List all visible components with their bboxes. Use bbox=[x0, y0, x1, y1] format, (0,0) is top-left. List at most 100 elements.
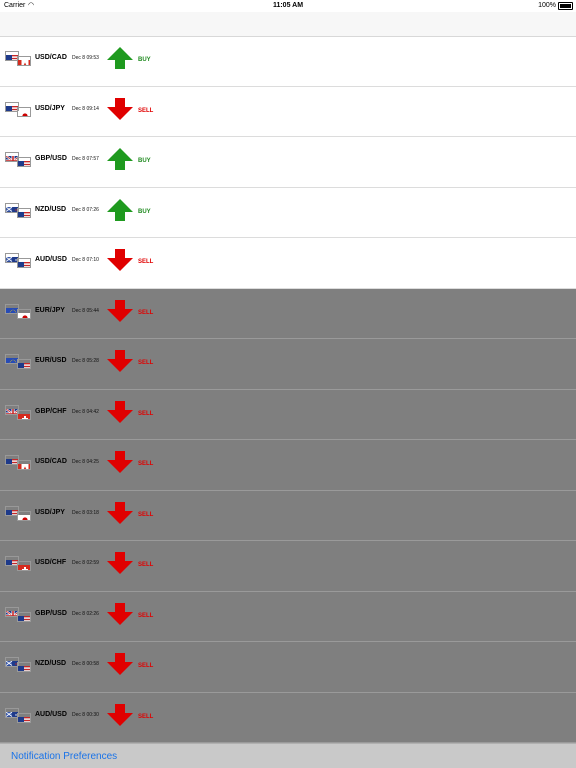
signal-row[interactable]: EUR/JPY Dec 8 05:44 SELL bbox=[0, 288, 576, 339]
signal-row[interactable]: EUR/USD Dec 8 05:28 SELL bbox=[0, 339, 576, 390]
arrow-down-icon bbox=[106, 248, 134, 272]
currency-pair: USD/CHF bbox=[35, 559, 67, 566]
signal-timestamp: Dec 8 07:57 bbox=[72, 156, 99, 162]
currency-pair: GBP/USD bbox=[35, 609, 67, 617]
status-bar: Carrier ◠ 11:05 AM 100% bbox=[0, 0, 576, 12]
currency-pair: USD/CAD bbox=[35, 458, 67, 465]
arrow-down-icon bbox=[106, 400, 134, 424]
signal-timestamp: Dec 8 09:53 bbox=[72, 55, 99, 61]
arrow-down-icon bbox=[106, 97, 134, 121]
signal-timestamp: Dec 8 02:59 bbox=[72, 560, 99, 566]
jp-flag-icon bbox=[17, 308, 31, 319]
us-flag-icon bbox=[17, 207, 31, 218]
buy-signal-label: BUY bbox=[138, 158, 151, 164]
currency-pair: EUR/JPY bbox=[35, 306, 65, 314]
currency-pair: USD/JPY bbox=[35, 104, 65, 112]
currency-pair: GBP/CHF bbox=[35, 407, 67, 415]
battery-icon bbox=[558, 2, 573, 10]
signal-list[interactable]: USD/CAD Dec 8 09:53 BUY USD/JPY Dec 8 09:14 S… bbox=[0, 36, 576, 743]
jp-flag-icon bbox=[17, 510, 31, 521]
currency-flags bbox=[5, 606, 33, 625]
battery-percentage: 100% bbox=[538, 2, 556, 9]
us-flag-icon bbox=[17, 611, 31, 622]
currency-flags bbox=[5, 404, 33, 423]
sell-signal-label: SELL bbox=[138, 713, 154, 720]
sell-signal-label: SELL bbox=[138, 309, 154, 316]
signal-row[interactable]: USD/CAD Dec 8 04:25 SELL bbox=[0, 440, 576, 491]
bottom-toolbar: Notification Preferences bbox=[0, 743, 576, 768]
currency-flags bbox=[5, 202, 33, 221]
currency-flags bbox=[5, 505, 33, 524]
arrow-down-icon bbox=[106, 602, 134, 626]
sell-signal-label: SELL bbox=[138, 461, 154, 467]
sell-signal-label: SELL bbox=[138, 562, 154, 568]
sell-signal-label: SELL bbox=[138, 511, 154, 518]
sell-signal-label: SELL bbox=[138, 410, 154, 417]
currency-flags bbox=[5, 354, 33, 372]
currency-pair: NZD/USD bbox=[35, 660, 67, 667]
currency-flags bbox=[5, 657, 33, 675]
ca-flag-icon bbox=[17, 460, 31, 470]
currency-pair: NZD/USD bbox=[35, 205, 67, 213]
buy-signal-label: BUY bbox=[138, 57, 151, 63]
notification-preferences-button[interactable]: Notification Preferences bbox=[11, 751, 117, 762]
signal-row[interactable]: USD/CHF Dec 8 02:59 SELL bbox=[0, 541, 576, 592]
signal-timestamp: Dec 8 07:10 bbox=[72, 257, 99, 263]
currency-flags bbox=[5, 455, 33, 473]
arrow-down-icon bbox=[106, 652, 134, 676]
sell-signal-label: SELL bbox=[138, 107, 154, 114]
arrow-down-icon bbox=[106, 703, 134, 727]
clock: 11:05 AM bbox=[272, 2, 304, 9]
signal-row[interactable]: USD/JPY Dec 8 03:18 SELL bbox=[0, 490, 576, 541]
currency-flags bbox=[5, 101, 33, 120]
currency-pair: USD/JPY bbox=[35, 508, 65, 516]
currency-pair: AUD/USD bbox=[35, 256, 67, 263]
signal-timestamp: Dec 8 03:18 bbox=[72, 509, 99, 516]
arrow-down-icon bbox=[106, 349, 134, 373]
currency-pair: GBP/USD bbox=[35, 155, 67, 162]
arrow-up-icon bbox=[106, 46, 134, 70]
ch-flag-icon bbox=[17, 409, 31, 420]
us-flag-icon bbox=[17, 359, 31, 369]
arrow-up-icon bbox=[106, 198, 134, 222]
currency-flags bbox=[5, 253, 33, 271]
signal-timestamp: Dec 8 05:44 bbox=[72, 307, 99, 314]
currency-flags bbox=[5, 51, 33, 69]
signal-row[interactable]: USD/JPY Dec 8 09:14 SELL bbox=[0, 87, 576, 137]
arrow-down-icon bbox=[106, 299, 134, 323]
signal-row[interactable]: AUD/USD Dec 8 00:30 SELL bbox=[0, 692, 576, 743]
sell-signal-label: SELL bbox=[138, 612, 154, 619]
sell-signal-label: SELL bbox=[138, 663, 154, 669]
currency-pair: USD/CAD bbox=[35, 54, 67, 61]
signal-timestamp: Dec 8 05:28 bbox=[72, 358, 99, 364]
signal-timestamp: Dec 8 04:42 bbox=[72, 408, 99, 415]
signal-timestamp: Dec 8 02:26 bbox=[72, 610, 99, 617]
arrow-down-icon bbox=[106, 450, 134, 474]
signal-row[interactable]: NZD/USD Dec 8 00:58 SELL bbox=[0, 642, 576, 693]
arrow-down-icon bbox=[106, 501, 134, 525]
arrow-down-icon bbox=[106, 551, 134, 575]
ch-flag-icon bbox=[17, 561, 31, 571]
buy-signal-label: BUY bbox=[138, 208, 151, 215]
signal-timestamp: Dec 8 00:58 bbox=[72, 661, 99, 667]
navigation-bar bbox=[0, 12, 576, 37]
currency-pair: EUR/USD bbox=[35, 357, 67, 364]
signal-timestamp: Dec 8 00:30 bbox=[72, 711, 99, 718]
jp-flag-icon bbox=[17, 106, 31, 117]
signal-timestamp: Dec 8 07:26 bbox=[72, 206, 99, 213]
signal-row[interactable]: USD/CAD Dec 8 09:53 BUY bbox=[0, 36, 576, 87]
signal-row[interactable]: GBP/USD Dec 8 07:57 BUY bbox=[0, 137, 576, 188]
signal-row[interactable]: GBP/USD Dec 8 02:26 SELL bbox=[0, 591, 576, 642]
us-flag-icon bbox=[17, 157, 31, 167]
us-flag-icon bbox=[17, 662, 31, 672]
currency-flags bbox=[5, 556, 33, 574]
signal-timestamp: Dec 8 09:14 bbox=[72, 105, 99, 112]
us-flag-icon bbox=[17, 258, 31, 268]
sell-signal-label: SELL bbox=[138, 360, 154, 366]
signal-row[interactable]: GBP/CHF Dec 8 04:42 SELL bbox=[0, 389, 576, 440]
arrow-up-icon bbox=[106, 147, 134, 171]
ca-flag-icon bbox=[17, 56, 31, 66]
signal-row[interactable]: AUD/USD Dec 8 07:10 SELL bbox=[0, 238, 576, 289]
currency-flags bbox=[5, 707, 33, 726]
signal-row[interactable]: NZD/USD Dec 8 07:26 BUY bbox=[0, 188, 576, 238]
